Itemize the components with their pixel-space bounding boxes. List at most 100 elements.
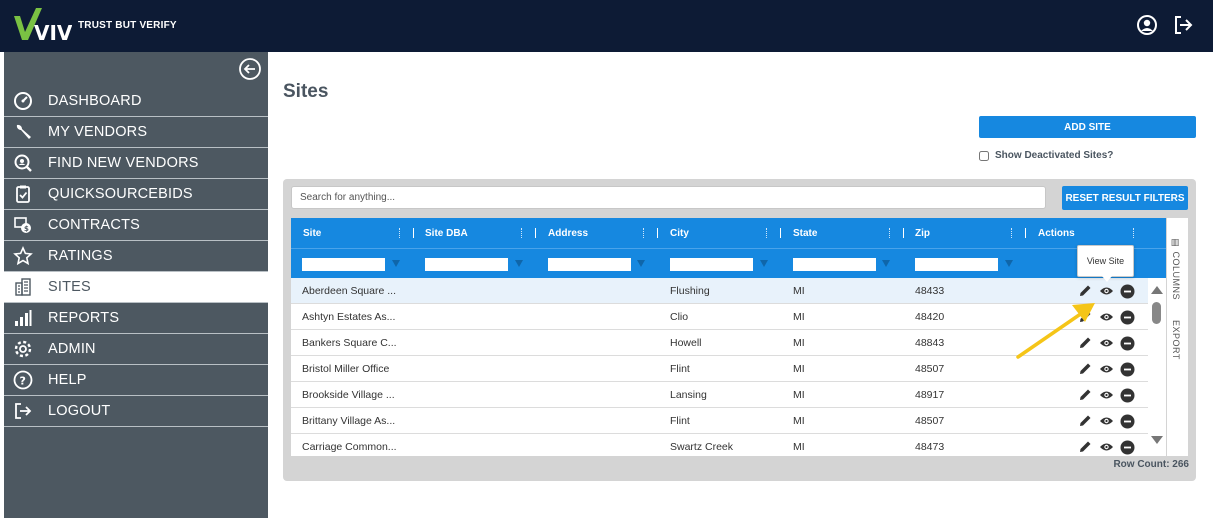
minus-circle-icon[interactable] bbox=[1119, 387, 1135, 403]
sidebar-item-dashboard[interactable]: DASHBOARD bbox=[4, 86, 268, 117]
column-menu-handle[interactable] bbox=[1011, 228, 1012, 238]
cell-state: MI bbox=[793, 389, 805, 401]
column-resize-handle[interactable] bbox=[535, 228, 536, 238]
scroll-up-arrow[interactable] bbox=[1151, 286, 1163, 294]
column-header-state[interactable]: State bbox=[793, 218, 817, 248]
table-row[interactable]: Bristol Miller Office Flint MI 48507 bbox=[291, 356, 1166, 382]
add-site-button[interactable]: ADD SITE bbox=[979, 116, 1196, 138]
columns-tool-tab[interactable]: ▥ COLUMNS bbox=[1171, 238, 1181, 300]
column-resize-handle[interactable] bbox=[413, 228, 414, 238]
column-resize-handle[interactable] bbox=[903, 228, 904, 238]
sidebar-item-label: LOGOUT bbox=[48, 403, 111, 419]
sidebar-item-contracts[interactable]: $ CONTRACTS bbox=[4, 210, 268, 241]
column-menu-handle[interactable] bbox=[889, 228, 890, 238]
filter-funnel-icon[interactable] bbox=[392, 260, 400, 267]
eye-view-icon[interactable] bbox=[1098, 361, 1114, 377]
filter-funnel-icon[interactable] bbox=[760, 260, 768, 267]
column-menu-handle[interactable] bbox=[643, 228, 644, 238]
top-bar: VIVE TRUST BUT VERIFY bbox=[0, 0, 1213, 52]
filter-row bbox=[291, 248, 1166, 278]
column-header-site-dba[interactable]: Site DBA bbox=[425, 218, 468, 248]
eye-view-icon[interactable] bbox=[1098, 283, 1114, 299]
minus-circle-icon[interactable] bbox=[1119, 335, 1135, 351]
sign-out-icon[interactable] bbox=[1171, 13, 1195, 37]
svg-text:?: ? bbox=[20, 375, 26, 388]
sidebar-item-admin[interactable]: ADMIN bbox=[4, 334, 268, 365]
export-tool-tab[interactable]: EXPORT bbox=[1171, 320, 1181, 360]
column-menu-handle[interactable] bbox=[399, 228, 400, 238]
pencil-edit-icon[interactable] bbox=[1077, 387, 1093, 403]
column-menu-handle[interactable] bbox=[766, 228, 767, 238]
sidebar-item-help[interactable]: ? HELP bbox=[4, 365, 268, 396]
table-row[interactable]: Aberdeen Square ... Flushing MI 48433 bbox=[291, 278, 1166, 304]
column-menu-handle[interactable] bbox=[1133, 228, 1134, 238]
collapse-sidebar-icon[interactable] bbox=[238, 57, 262, 81]
cell-site: Bristol Miller Office bbox=[302, 363, 390, 375]
account-icon[interactable] bbox=[1135, 13, 1159, 37]
pencil-edit-icon[interactable] bbox=[1077, 413, 1093, 429]
column-header-address[interactable]: Address bbox=[548, 218, 588, 248]
sidebar-item-sites[interactable]: SITES bbox=[4, 272, 268, 303]
sidebar-item-label: FIND NEW VENDORS bbox=[48, 155, 199, 171]
filter-funnel-icon[interactable] bbox=[1005, 260, 1013, 267]
eye-view-icon[interactable] bbox=[1098, 413, 1114, 429]
minus-circle-icon[interactable] bbox=[1119, 309, 1135, 325]
pencil-edit-icon[interactable] bbox=[1077, 439, 1093, 455]
scroll-thumb[interactable] bbox=[1152, 302, 1161, 324]
table-row[interactable]: Bankers Square C... Howell MI 48843 bbox=[291, 330, 1166, 356]
filter-input-state[interactable] bbox=[793, 258, 876, 271]
column-resize-handle[interactable] bbox=[657, 228, 658, 238]
sidebar-item-logout[interactable]: LOGOUT bbox=[4, 396, 268, 427]
sidebar-item-find-new-vendors[interactable]: FIND NEW VENDORS bbox=[4, 148, 268, 179]
filter-input-site-dba[interactable] bbox=[425, 258, 508, 271]
minus-circle-icon[interactable] bbox=[1119, 361, 1135, 377]
minus-circle-icon[interactable] bbox=[1119, 413, 1135, 429]
sidebar-nav: DASHBOARD MY VENDORS FIND NEW VENDORS QU… bbox=[4, 86, 268, 427]
table-row[interactable]: Brittany Village As... Flint MI 48507 bbox=[291, 408, 1166, 434]
column-resize-handle[interactable] bbox=[1025, 228, 1026, 238]
vertical-scrollbar[interactable] bbox=[1148, 278, 1166, 456]
minus-circle-icon[interactable] bbox=[1119, 439, 1135, 455]
pencil-edit-icon[interactable] bbox=[1077, 335, 1093, 351]
table-row[interactable]: Brookside Village ... Lansing MI 48917 bbox=[291, 382, 1166, 408]
pencil-edit-icon[interactable] bbox=[1077, 361, 1093, 377]
filter-input-zip[interactable] bbox=[915, 258, 998, 271]
eye-view-icon[interactable] bbox=[1098, 335, 1114, 351]
show-deactivated-checkbox[interactable] bbox=[979, 150, 989, 161]
eye-view-icon[interactable] bbox=[1098, 309, 1114, 325]
sidebar-item-reports[interactable]: REPORTS bbox=[4, 303, 268, 334]
column-header-zip[interactable]: Zip bbox=[915, 218, 930, 248]
sidebar-item-quicksourcebids[interactable]: QUICKSOURCEBIDS bbox=[4, 179, 268, 210]
eye-view-icon[interactable] bbox=[1098, 387, 1114, 403]
column-header-actions: Actions bbox=[1038, 227, 1075, 239]
clipboard-check-icon bbox=[12, 183, 34, 205]
filter-funnel-icon[interactable] bbox=[882, 260, 890, 267]
column-header-site[interactable]: Site bbox=[303, 218, 321, 248]
table-row[interactable]: Carriage Common... Swartz Creek MI 48473 bbox=[291, 434, 1166, 456]
filter-input-city[interactable] bbox=[670, 258, 753, 271]
pencil-edit-icon[interactable] bbox=[1077, 309, 1093, 325]
eye-view-icon[interactable] bbox=[1098, 439, 1114, 455]
reset-filters-button[interactable]: RESET RESULT FILTERS bbox=[1062, 186, 1188, 210]
pencil-edit-icon[interactable] bbox=[1077, 283, 1093, 299]
cell-zip: 48843 bbox=[915, 337, 945, 349]
filter-input-address[interactable] bbox=[548, 258, 631, 271]
scroll-down-arrow[interactable] bbox=[1151, 436, 1163, 444]
logout-icon bbox=[12, 400, 34, 422]
table-row[interactable]: Ashtyn Estates As... Clio MI 48420 bbox=[291, 304, 1166, 330]
column-menu-handle[interactable] bbox=[521, 228, 522, 238]
vive-logo[interactable]: VIVE bbox=[12, 6, 72, 46]
column-header-city[interactable]: City bbox=[670, 218, 689, 248]
contract-money-icon: $ bbox=[12, 214, 34, 236]
sidebar-item-ratings[interactable]: RATINGS bbox=[4, 241, 268, 272]
filter-input-site[interactable] bbox=[302, 258, 385, 271]
search-input[interactable] bbox=[291, 186, 1046, 209]
filter-funnel-icon[interactable] bbox=[637, 260, 645, 267]
sidebar-item-my-vendors[interactable]: MY VENDORS bbox=[4, 117, 268, 148]
cell-site: Brookside Village ... bbox=[302, 389, 395, 401]
column-resize-handle[interactable] bbox=[780, 228, 781, 238]
filter-funnel-icon[interactable] bbox=[515, 260, 523, 267]
minus-circle-icon[interactable] bbox=[1119, 283, 1135, 299]
sidebar-item-label: DASHBOARD bbox=[48, 93, 142, 109]
show-deactivated-toggle[interactable]: Show Deactivated Sites? bbox=[979, 150, 1113, 161]
